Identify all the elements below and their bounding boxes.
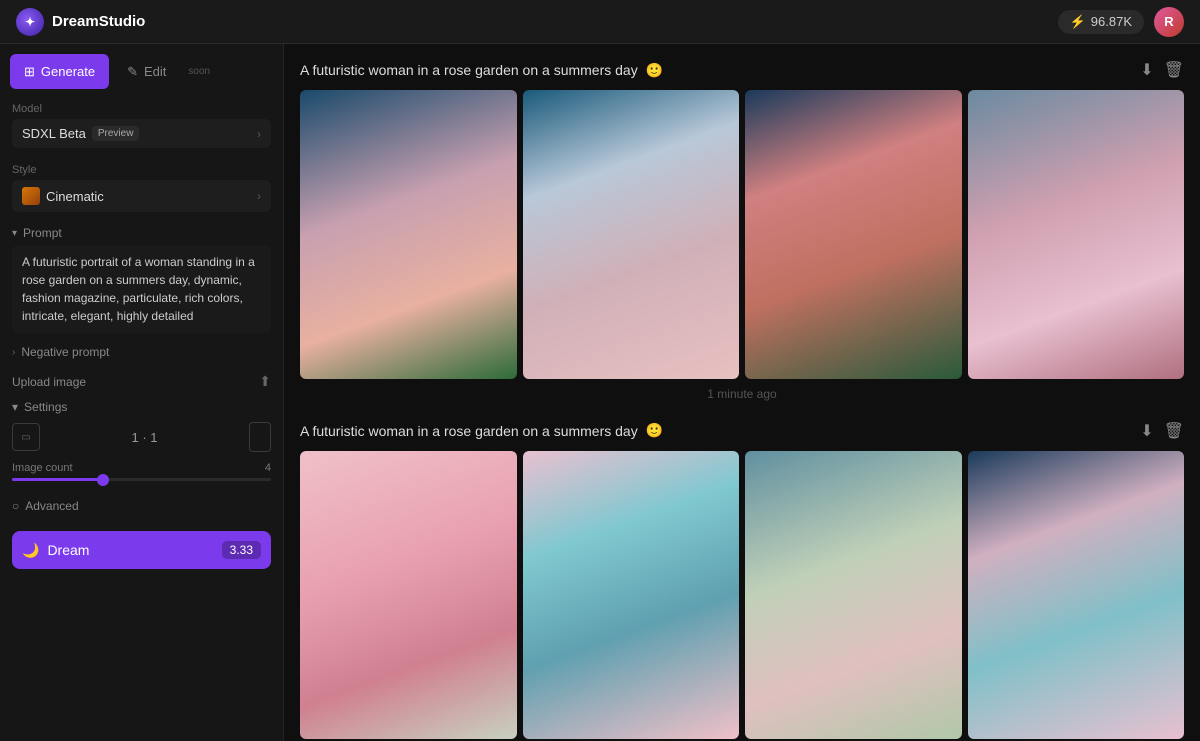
soon-badge: soon: [174, 60, 224, 83]
style-label: Style: [12, 164, 271, 176]
dream-button[interactable]: 🌙 Dream 3.33: [12, 531, 271, 569]
settings-header[interactable]: ▾ Settings: [12, 400, 271, 414]
aspect-ratio-row: ▭ 1 · 1: [12, 422, 271, 452]
image-count-label: Image count: [12, 462, 73, 474]
negative-prompt-arrow-icon: ›: [12, 347, 15, 358]
app-title: DreamStudio: [52, 13, 145, 30]
download-button-1[interactable]: ⬇: [1140, 60, 1153, 80]
aspect-landscape-icon[interactable]: ▭: [12, 423, 40, 451]
slider-track[interactable]: [12, 478, 271, 481]
image-2-4[interactable]: [968, 451, 1185, 740]
image-grid-2: [300, 451, 1184, 740]
image-1-4[interactable]: [968, 90, 1185, 379]
aspect-portrait-icon[interactable]: [249, 422, 271, 452]
image-1-1[interactable]: [300, 90, 517, 379]
edit-icon: ✎: [127, 64, 138, 80]
upload-image-row[interactable]: Upload image ⬆: [0, 367, 283, 396]
upload-image-label: Upload image: [12, 375, 86, 389]
style-thumbnail: [22, 187, 40, 205]
image-2-3[interactable]: [745, 451, 962, 740]
prompt-header[interactable]: ▾ Prompt: [12, 226, 271, 240]
gen-prompt-1: A futuristic woman in a rose garden on a…: [300, 62, 638, 78]
content-area: A futuristic woman in a rose garden on a…: [284, 44, 1200, 741]
gen-header-2: A futuristic woman in a rose garden on a…: [300, 421, 1184, 441]
image-grid-1: [300, 90, 1184, 379]
generation-group-2: A futuristic woman in a rose garden on a…: [300, 421, 1184, 741]
dream-icon: 🌙: [22, 542, 39, 559]
slider-thumb: [97, 474, 109, 486]
edit-tab[interactable]: ✎ Edit soon: [113, 54, 238, 89]
tab-row: ⊞ Generate ✎ Edit soon: [0, 44, 283, 95]
style-selector[interactable]: Cinematic ›: [12, 180, 271, 212]
advanced-row[interactable]: ○ Advanced: [0, 491, 283, 521]
gen-prompt-2: A futuristic woman in a rose garden on a…: [300, 423, 638, 439]
credits-display: ⚡ 96.87K: [1058, 10, 1144, 34]
credits-value: 96.87K: [1091, 14, 1132, 29]
prompt-arrow-icon: ▾: [12, 228, 17, 239]
gen-header-1: A futuristic woman in a rose garden on a…: [300, 60, 1184, 80]
gen-emoji-icon-1[interactable]: 🙂: [646, 62, 663, 79]
prompt-input[interactable]: A futuristic portrait of a woman standin…: [12, 245, 271, 333]
avatar[interactable]: R: [1154, 7, 1184, 37]
model-preview-badge: Preview: [92, 126, 140, 141]
aspect-ratio-value: 1 · 1: [131, 430, 157, 445]
prompt-section: ▾ Prompt A futuristic portrait of a woma…: [0, 220, 283, 337]
image-1-3[interactable]: [745, 90, 962, 379]
app-logo: ✦: [16, 8, 44, 36]
model-label: Model: [12, 103, 271, 115]
upload-icon: ⬆: [259, 373, 271, 390]
delete-button-1[interactable]: 🗑: [1164, 60, 1184, 80]
negative-prompt-row[interactable]: › Negative prompt: [0, 337, 283, 367]
grid-icon: ⊞: [24, 64, 35, 80]
generate-tab[interactable]: ⊞ Generate: [10, 54, 109, 89]
style-chevron-icon: ›: [257, 189, 261, 203]
dream-button-wrap: 🌙 Dream 3.33: [0, 521, 283, 579]
model-chevron-icon: ›: [257, 127, 261, 141]
style-value: Cinematic: [46, 189, 104, 204]
settings-label: Settings: [24, 400, 67, 414]
settings-arrow-icon: ▾: [12, 400, 18, 414]
image-1-2[interactable]: [523, 90, 740, 379]
delete-button-2[interactable]: 🗑: [1164, 421, 1184, 441]
model-section: Model SDXL Beta Preview ›: [0, 95, 283, 156]
image-count-value: 4: [265, 462, 271, 474]
prompt-label: Prompt: [23, 226, 62, 240]
style-section: Style Cinematic ›: [0, 156, 283, 220]
image-count-slider: Image count 4: [12, 462, 271, 481]
image-2-1[interactable]: [300, 451, 517, 740]
main-layout: ⊞ Generate ✎ Edit soon Model SDXL Beta P…: [0, 44, 1200, 741]
sidebar: ⊞ Generate ✎ Edit soon Model SDXL Beta P…: [0, 44, 284, 741]
settings-section: ▾ Settings ▭ 1 · 1 Image count 4: [0, 396, 283, 491]
image-2-2[interactable]: [523, 451, 740, 740]
topbar-right: ⚡ 96.87K R: [1058, 7, 1184, 37]
model-selector[interactable]: SDXL Beta Preview ›: [12, 119, 271, 148]
dream-label: Dream: [47, 542, 89, 558]
negative-prompt-label: Negative prompt: [21, 345, 109, 359]
download-button-2[interactable]: ⬇: [1140, 421, 1153, 441]
generation-group-1: A futuristic woman in a rose garden on a…: [300, 60, 1184, 401]
topbar: ✦ DreamStudio ⚡ 96.87K R: [0, 0, 1200, 44]
dream-cost-badge: 3.33: [222, 541, 261, 559]
model-value: SDXL Beta: [22, 126, 86, 141]
advanced-label: Advanced: [25, 499, 78, 513]
lightning-icon: ⚡: [1070, 14, 1086, 30]
advanced-arrow-icon: ○: [12, 499, 19, 513]
timestamp-1: 1 minute ago: [300, 387, 1184, 401]
slider-fill: [12, 478, 103, 481]
topbar-left: ✦ DreamStudio: [16, 8, 145, 36]
gen-emoji-icon-2[interactable]: 🙂: [646, 422, 663, 439]
